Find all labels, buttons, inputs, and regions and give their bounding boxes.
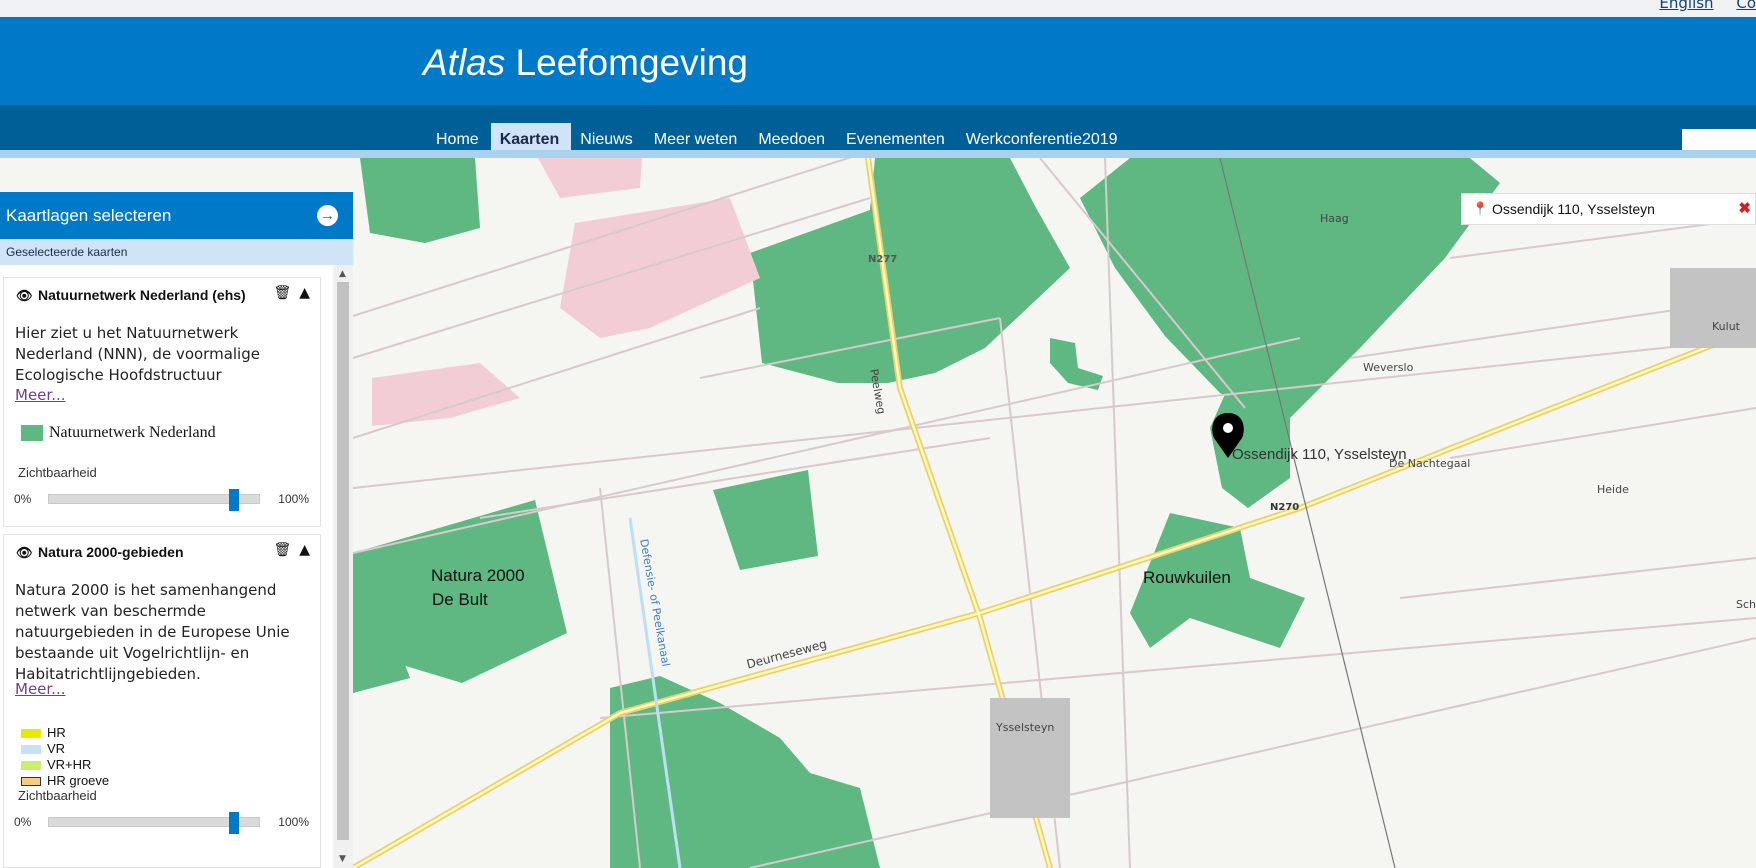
legend-row: VR (21, 741, 109, 757)
legend-swatch (21, 728, 41, 738)
legend-natura2000: HR VR VR+HR HR groeve (21, 725, 109, 789)
language-links: English Co (1641, 0, 1756, 12)
marker-label: Ossendijk 110, Ysselsteyn (1232, 446, 1407, 463)
legend-label: Natuurnetwerk Nederland (49, 424, 216, 441)
eye-icon[interactable]: 👁 (16, 288, 33, 304)
main-nav: Home Kaarten Nieuws Meer weten Meedoen E… (0, 105, 1756, 158)
eye-icon[interactable]: 👁 (16, 545, 33, 561)
place-haag: Haag (1320, 212, 1349, 225)
selected-maps-tab[interactable]: Geselecteerde kaarten (0, 239, 353, 265)
label-natura-2000: Natura 2000 (431, 566, 525, 585)
label-de-bult: De Bult (432, 590, 488, 609)
layer-actions: 🗑 ▲ (265, 285, 310, 301)
place-kulut: Kulut (1712, 320, 1740, 333)
nav-divider (0, 150, 1756, 158)
legend-row: HR groeve (21, 773, 109, 789)
trash-icon[interactable]: 🗑 (273, 542, 291, 558)
slider-track[interactable] (48, 489, 260, 511)
layer-description: Natura 2000 is het samenhangend netwerk … (15, 581, 290, 683)
layer-name: Natura 2000-gebieden (38, 544, 184, 560)
legend-label: HR (47, 725, 66, 740)
collapse-up-icon[interactable]: ▲ (299, 542, 310, 558)
label-rouwkuilen: Rouwkuilen (1143, 568, 1231, 587)
slider-min: 0% (14, 815, 32, 829)
layer-description: Hier ziet u het Natuurnetwerk Nederland … (15, 324, 260, 384)
layer-panel: Kaartlagen selecteren → Geselecteerde ka… (0, 192, 353, 868)
brand-leefomgeving: Leefomgeving (515, 42, 748, 83)
legend-swatch (21, 776, 41, 786)
more-link[interactable]: Meer... (15, 386, 66, 404)
legend-label: VR (47, 741, 66, 756)
road-n270: N270 (1270, 502, 1300, 513)
slider-max: 100% (278, 492, 309, 506)
place-heide: Heide (1597, 483, 1629, 496)
legend-swatch (21, 760, 41, 770)
visibility-label: Zichtbaarheid (18, 465, 97, 480)
layer-title: 👁 Natuurnetwerk Nederland (ehs) (16, 287, 246, 304)
header-banner: Atlas Leefomgeving (0, 17, 1756, 105)
clear-icon[interactable]: ✖ (1738, 194, 1751, 224)
map-pin-icon: 📍 (1472, 201, 1489, 216)
legend-label: VR+HR (47, 757, 92, 772)
layer-name: Natuurnetwerk Nederland (ehs) (38, 287, 246, 303)
legend-swatch (21, 425, 43, 441)
slider-knob[interactable] (229, 489, 239, 511)
layer-card-natura2000: 👁 Natura 2000-gebieden 🗑 ▲ Natura 2000 is … (3, 534, 321, 868)
collapse-arrow-icon[interactable]: → (317, 205, 338, 226)
road-n277: N277 (868, 254, 898, 265)
search-value: Ossendijk 110, Ysselsteyn (1492, 201, 1655, 217)
legend-row: HR (21, 725, 109, 741)
link-english[interactable]: English (1659, 0, 1713, 12)
layer-card-nnn: 👁 Natuurnetwerk Nederland (ehs) 🗑 ▲ Hier z… (3, 277, 321, 527)
legend-row: VR+HR (21, 757, 109, 773)
slider-max: 100% (278, 815, 309, 829)
slider-min: 0% (14, 492, 32, 506)
scroll-down-icon[interactable]: ▼ (339, 854, 346, 864)
panel-scrollbar[interactable]: ▲ ▼ (333, 265, 353, 868)
brand-atlas: Atlas (423, 42, 506, 83)
visibility-label: Zichtbaarheid (18, 788, 97, 803)
place-de-nachtegaal: De Nachtegaal (1389, 457, 1471, 470)
slider-track[interactable] (48, 812, 260, 834)
more-link[interactable]: Meer... (15, 680, 66, 698)
panel-title: Kaartlagen selecteren → (0, 192, 353, 239)
legend-nnn: Natuurnetwerk Nederland (21, 424, 216, 442)
legend-label: HR groeve (47, 773, 110, 788)
slider-knob[interactable] (229, 812, 239, 834)
layer-title: 👁 Natura 2000-gebieden (16, 544, 184, 561)
visibility-slider[interactable]: 0% 100% (14, 811, 309, 834)
visibility-slider[interactable]: 0% 100% (14, 488, 309, 511)
layer-actions: 🗑 ▲ (265, 542, 310, 558)
place-weverslo: Weverslo (1363, 361, 1414, 374)
panel-title-text: Kaartlagen selecteren (6, 206, 172, 225)
top-strip: English Co (0, 0, 1756, 17)
site-logo[interactable]: Atlas Leefomgeving (423, 42, 748, 84)
trash-icon[interactable]: 🗑 (273, 285, 291, 301)
collapse-up-icon[interactable]: ▲ (299, 285, 310, 301)
scroll-up-icon[interactable]: ▲ (339, 269, 346, 279)
link-co[interactable]: Co (1736, 0, 1756, 12)
place-ysselsteyn: Ysselsteyn (996, 721, 1055, 734)
place-sch: Sch (1736, 598, 1756, 611)
legend-swatch (21, 744, 41, 754)
location-search-box[interactable]: 📍 Ossendijk 110, Ysselsteyn ✖ (1461, 193, 1756, 225)
scroll-thumb[interactable] (337, 282, 349, 840)
